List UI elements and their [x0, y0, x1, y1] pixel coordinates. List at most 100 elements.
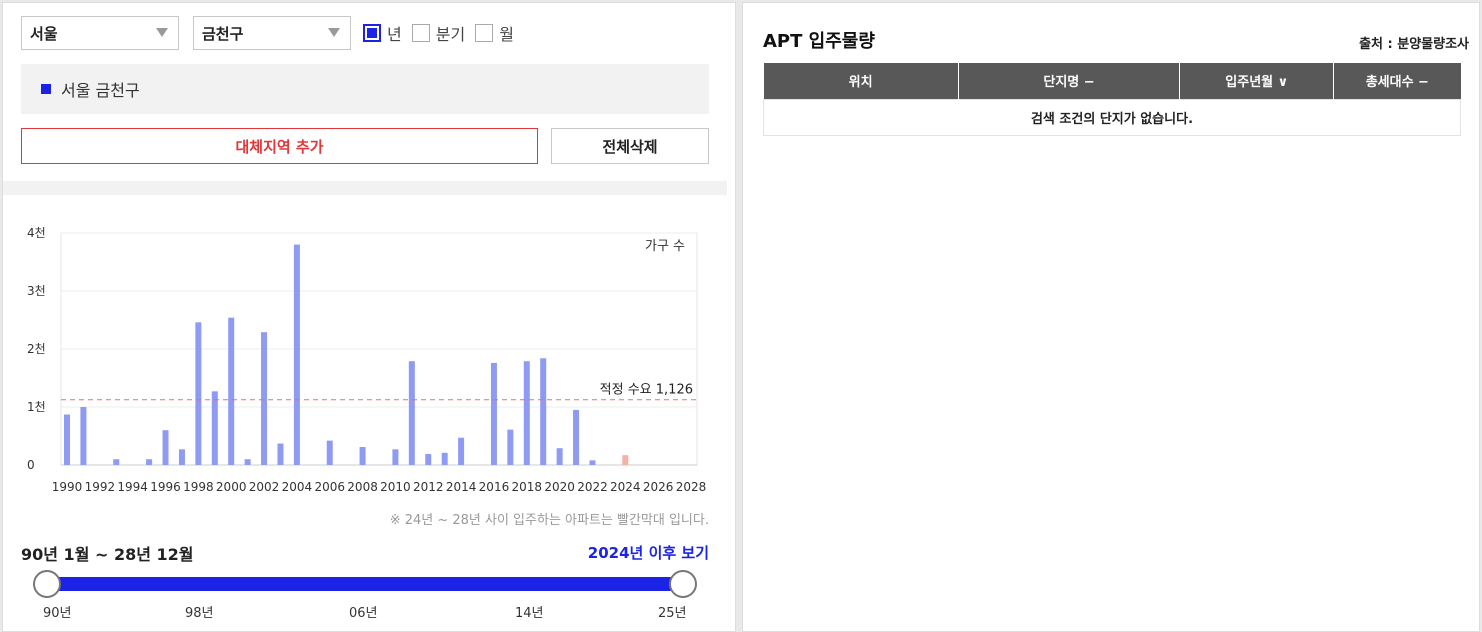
- bar: [195, 322, 202, 465]
- apartment-table: 위치 단지명 − 입주년월 ∨ 총세대수 − 검색 조건의 단지가 없습니다.: [763, 63, 1461, 136]
- slider-tick: 06년: [349, 606, 378, 621]
- chevron-down-icon: [328, 28, 340, 37]
- bar: [540, 358, 547, 465]
- bar: [244, 459, 251, 465]
- x-tick-label: 2012: [413, 480, 444, 494]
- move-in-volume-chart: 01천2천3천4천1990 1992 1994 1996 1998 2000 2002 200…: [27, 225, 707, 494]
- bar: [261, 332, 268, 465]
- slider-end-handle[interactable]: [669, 570, 697, 598]
- table-header-row: 위치 단지명 − 입주년월 ∨ 총세대수 −: [763, 63, 1461, 99]
- demand-label: 적정 수요 1,126: [600, 383, 693, 398]
- bar: [178, 449, 185, 465]
- panel-title: APT 입주물량: [763, 31, 875, 52]
- x-tick-label: 2004: [282, 480, 313, 494]
- view-after-2024-link[interactable]: 2024년 이후 보기: [588, 542, 709, 563]
- checkbox-icon[interactable]: [411, 24, 430, 42]
- bar: [113, 459, 120, 465]
- bar: [64, 414, 70, 465]
- period-year-label: 년: [387, 25, 402, 44]
- x-tick-label: 2020: [544, 480, 575, 494]
- bar: [162, 430, 169, 465]
- future-bar: [622, 455, 629, 465]
- period-month-checkbox[interactable]: 월: [475, 21, 514, 45]
- bar: [573, 409, 580, 465]
- x-tick-label: 1992: [85, 480, 116, 494]
- x-tick-label: 2028: [676, 480, 707, 494]
- bar: [408, 361, 415, 465]
- column-header-total-units[interactable]: 총세대수 −: [1333, 63, 1461, 99]
- period-month-label: 월: [499, 25, 514, 44]
- selected-region-label: 서울 금천구: [61, 81, 140, 100]
- y-tick-label: 4천: [27, 225, 46, 240]
- bar: [211, 391, 218, 465]
- bar: [359, 447, 366, 465]
- x-tick-label: 2018: [512, 480, 543, 494]
- x-tick-label: 2022: [577, 480, 608, 494]
- slider-tick: 98년: [185, 606, 214, 621]
- period-quarter-checkbox[interactable]: 분기: [411, 21, 466, 45]
- table-row: 검색 조건의 단지가 없습니다.: [763, 98, 1461, 136]
- x-tick-label: 2010: [380, 480, 411, 494]
- delete-all-button[interactable]: 전체삭제: [551, 128, 709, 164]
- y-tick-label: 0: [27, 458, 35, 472]
- bar: [589, 460, 596, 465]
- period-range-label: 90년 1월 ~ 28년 12월: [21, 545, 194, 564]
- slider-tick: 90년: [43, 606, 72, 621]
- y-tick-label: 3천: [27, 283, 46, 298]
- column-header-move-in-date[interactable]: 입주년월 ∨: [1179, 63, 1335, 99]
- bar: [490, 362, 497, 465]
- period-quarter-label: 분기: [435, 25, 466, 44]
- series-label: 가구 수: [645, 239, 685, 254]
- empty-message: 검색 조건의 단지가 없습니다.: [763, 98, 1461, 136]
- column-header-location[interactable]: 위치: [763, 63, 959, 99]
- future-bar-note: ※ 24년 ~ 28년 사이 입주하는 아파트는 빨간막대 입니다.: [389, 513, 709, 528]
- section-divider: [3, 181, 727, 195]
- x-tick-label: 1998: [183, 480, 214, 494]
- bar: [80, 407, 87, 465]
- column-header-complex-name[interactable]: 단지명 −: [958, 63, 1181, 99]
- x-tick-label: 2026: [643, 480, 674, 494]
- x-tick-label: 2008: [347, 480, 378, 494]
- city-select[interactable]: 서울: [21, 16, 179, 50]
- filter-controls: 서울 금천구 년 분기 월: [21, 15, 514, 51]
- bar: [425, 453, 432, 465]
- bar: [392, 449, 399, 465]
- checkbox-icon[interactable]: [475, 24, 494, 42]
- x-tick-label: 1994: [117, 480, 148, 494]
- bar: [326, 440, 333, 465]
- left-panel: 서울 금천구 년 분기 월 서울 금천구 대체지역 추가 전체삭제 0 1천 2천 3…: [2, 2, 736, 632]
- x-tick-label: 2024: [610, 480, 641, 494]
- bar: [556, 448, 563, 465]
- legend-square-icon: [41, 84, 51, 94]
- add-alternative-region-button[interactable]: 대체지역 추가: [21, 128, 538, 164]
- x-tick-label: 1996: [150, 480, 181, 494]
- bar: [441, 452, 448, 465]
- chevron-down-icon: [156, 28, 168, 37]
- y-tick-label: 2천: [27, 341, 46, 356]
- x-tick-label: 2002: [249, 480, 280, 494]
- bar: [293, 244, 300, 465]
- bar: [146, 459, 153, 465]
- x-tick-label: 2016: [479, 480, 510, 494]
- y-tick-label: 1천: [27, 399, 46, 414]
- district-select-value: 금천구: [202, 24, 244, 43]
- slider-start-handle[interactable]: [33, 570, 61, 598]
- bar: [277, 443, 284, 465]
- bar: [458, 437, 465, 465]
- slider-tick: 14년: [515, 606, 544, 621]
- bar: [523, 361, 530, 465]
- period-slider-track[interactable]: [45, 577, 685, 591]
- bar: [228, 317, 235, 465]
- selected-region-box: 서울 금천구: [21, 64, 709, 114]
- x-tick-label: 2014: [446, 480, 477, 494]
- city-select-value: 서울: [30, 24, 58, 43]
- bar: [507, 429, 514, 465]
- checkbox-checked-icon[interactable]: [363, 24, 381, 42]
- x-tick-label: 2000: [216, 480, 247, 494]
- period-year-checkbox[interactable]: 년: [363, 21, 402, 45]
- district-select[interactable]: 금천구: [193, 16, 351, 50]
- x-tick-label: 2006: [314, 480, 345, 494]
- source-label: 출처 : 분양물량조사: [1359, 37, 1469, 52]
- slider-tick: 25년: [658, 606, 687, 621]
- right-panel: APT 입주물량 출처 : 분양물량조사 위치 단지명 − 입주년월 ∨ 총세대…: [742, 2, 1480, 632]
